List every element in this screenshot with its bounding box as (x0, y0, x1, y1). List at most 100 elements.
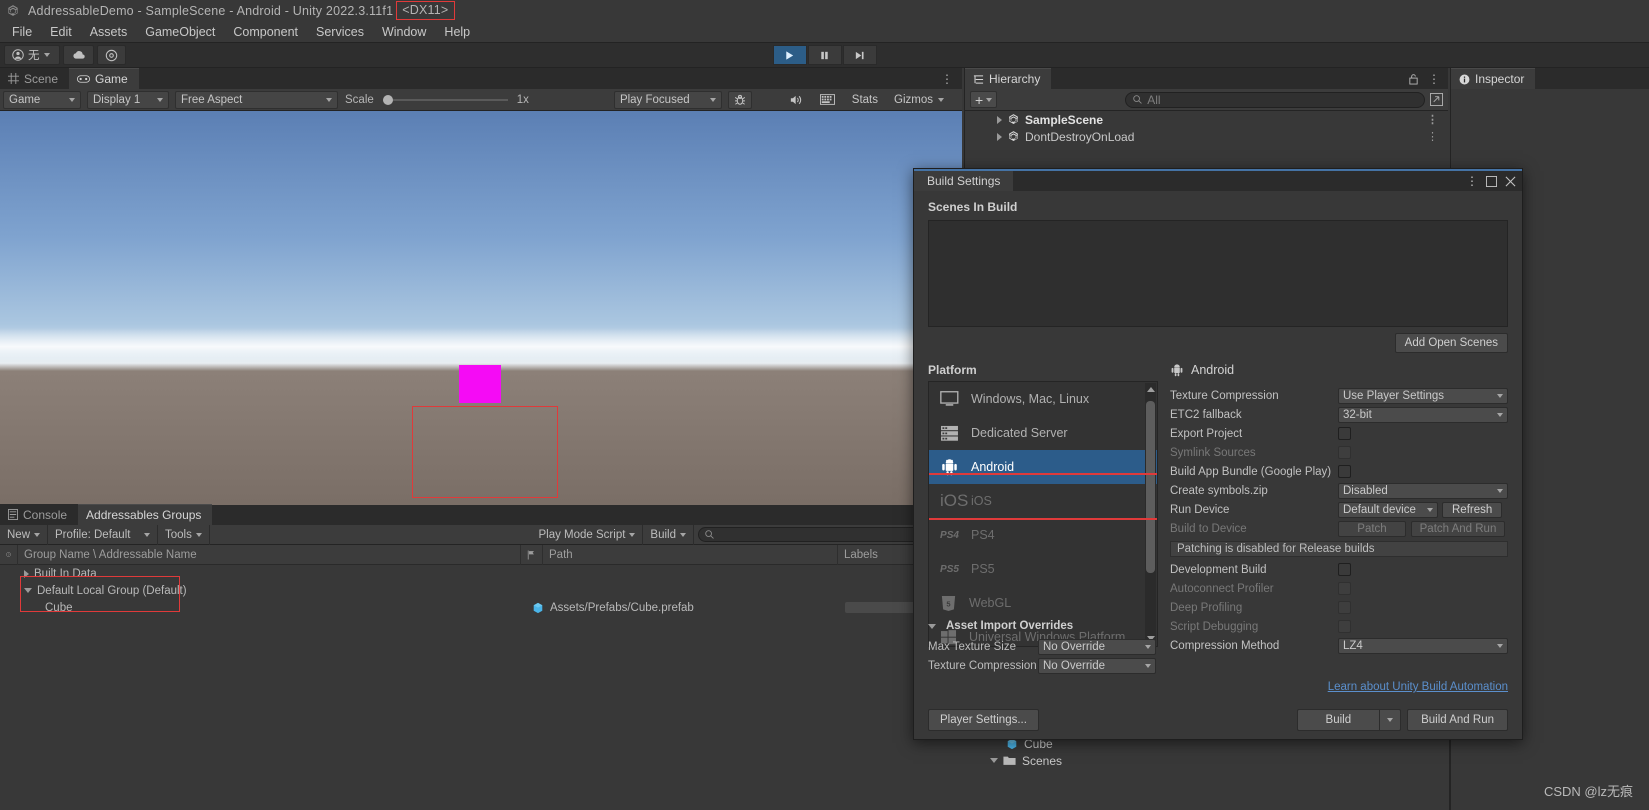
asset-import-overrides-header[interactable]: Asset Import Overrides (928, 620, 1228, 632)
scale-slider[interactable] (382, 94, 508, 105)
platform-label-text: Windows, Mac, Linux (971, 392, 1090, 406)
menu-item-component[interactable]: Component (224, 23, 307, 41)
project-item-scenes[interactable]: Scenes (964, 752, 1449, 769)
texture-compression-dropdown[interactable]: Use Player Settings (1338, 387, 1508, 404)
game-view-render[interactable] (0, 111, 962, 505)
cloud-button[interactable] (63, 45, 94, 65)
menu-item-gameobject[interactable]: GameObject (136, 23, 224, 41)
add-open-scenes-button[interactable]: Add Open Scenes (1394, 333, 1508, 353)
run-device-dropdown[interactable]: Default device (1338, 501, 1438, 518)
chevron-down-icon (1145, 644, 1151, 649)
platform-item-ps4[interactable]: PS4 PS4 (929, 518, 1157, 552)
gizmos-dropdown[interactable]: Gizmos (889, 91, 949, 109)
menu-item-window[interactable]: Window (373, 23, 435, 41)
export-project-checkbox[interactable] (1338, 427, 1351, 440)
tab-console[interactable]: Console (0, 504, 79, 525)
tab-inspector[interactable]: Inspector (1451, 68, 1536, 89)
chevron-right-icon[interactable] (997, 132, 1002, 141)
build-options-dropdown[interactable] (1379, 709, 1402, 731)
game-panel-menu-icon[interactable]: ⋮ (941, 72, 954, 86)
profile-dropdown[interactable]: Profile: Default (48, 524, 159, 545)
tools-dropdown[interactable]: Tools (158, 524, 210, 545)
chevron-down-icon[interactable] (928, 623, 936, 629)
hierarchy-item-dontdestroyonload[interactable]: DontDestroyOnLoad ⋮ (965, 128, 1448, 145)
build-split-button[interactable]: Build (1296, 709, 1402, 731)
aspect-dropdown[interactable]: Free Aspect (175, 90, 338, 109)
texture-compression-override-dropdown[interactable]: No Override (1038, 657, 1156, 674)
row-menu-icon[interactable]: ⋮ (1427, 113, 1438, 126)
help-icon[interactable]: ? (0, 544, 18, 565)
tab-addressables-groups[interactable]: Addressables Groups (78, 504, 213, 525)
build-app-bundle-checkbox[interactable] (1338, 465, 1351, 478)
graphics-api-badge: <DX11> (396, 0, 456, 20)
setting-symlink-sources: Symlink Sources (1170, 443, 1508, 462)
step-button[interactable] (842, 45, 877, 65)
magenta-cube-object (459, 365, 501, 403)
learn-build-automation-link[interactable]: Learn about Unity Build Automation (1328, 681, 1508, 693)
play-button[interactable] (772, 45, 807, 65)
scroll-up-icon[interactable] (1147, 387, 1155, 392)
platform-item-dedicated-server[interactable]: Dedicated Server (929, 416, 1157, 450)
menu-item-services[interactable]: Services (307, 23, 373, 41)
addressables-groups-panel: Console Addressables Groups New Profile:… (0, 504, 962, 810)
dialog-menu-icon[interactable]: ⋮ (1466, 174, 1478, 188)
gamepad-icon (77, 75, 91, 83)
menu-item-help[interactable]: Help (435, 23, 479, 41)
player-settings-button[interactable]: Player Settings... (928, 709, 1039, 731)
menu-item-edit[interactable]: Edit (41, 23, 81, 41)
tab-game[interactable]: Game (69, 68, 139, 89)
maximize-icon[interactable] (1486, 175, 1497, 187)
pause-button[interactable] (807, 45, 842, 65)
chevron-down-icon (709, 97, 716, 102)
menu-item-assets[interactable]: Assets (81, 23, 137, 41)
development-build-checkbox[interactable] (1338, 563, 1351, 576)
tab-scene[interactable]: Scene (0, 68, 70, 89)
hierarchy-search-input[interactable]: All (1125, 91, 1425, 108)
tab-hierarchy[interactable]: Hierarchy (965, 68, 1052, 89)
settings-button[interactable] (97, 45, 126, 65)
column-group-name[interactable]: Group Name \ Addressable Name (18, 544, 521, 565)
platform-item-windows-mac-linux[interactable]: Windows, Mac, Linux (929, 382, 1157, 416)
compression-method-dropdown[interactable]: LZ4 (1338, 637, 1508, 654)
chevron-right-icon[interactable] (997, 115, 1002, 124)
platform-item-ps5[interactable]: PS5 PS5 (929, 552, 1157, 586)
column-path[interactable]: Path (543, 544, 838, 565)
refresh-device-button[interactable]: Refresh (1442, 501, 1503, 518)
expand-panel-icon[interactable] (1430, 93, 1443, 106)
display-dropdown[interactable]: Display 1 (87, 90, 169, 109)
create-symbols-zip-dropdown[interactable]: Disabled (1338, 482, 1508, 499)
new-group-dropdown[interactable]: New (0, 524, 49, 545)
row-label: Max Texture Size (928, 640, 1016, 653)
dialog-tab[interactable]: Build Settings (914, 171, 1014, 191)
platform-list[interactable]: Windows, Mac, Linux Dedicated Server And… (928, 381, 1158, 647)
platform-item-ios[interactable]: iOS iOS (929, 484, 1157, 518)
play-mode-dropdown[interactable]: Play Focused (613, 90, 722, 109)
scale-slider-knob[interactable] (382, 94, 393, 105)
build-dropdown[interactable]: Build (643, 524, 694, 545)
row-menu-icon[interactable]: ⋮ (1427, 130, 1438, 143)
platform-list-scrollbar[interactable] (1145, 383, 1156, 645)
etc2-fallback-dropdown[interactable]: 32-bit (1338, 406, 1508, 423)
chevron-down-icon[interactable] (990, 758, 998, 763)
bug-button[interactable] (727, 90, 752, 109)
stats-button[interactable]: Stats (847, 91, 883, 109)
hierarchy-item-samplescene[interactable]: SampleScene ⋮ (965, 111, 1448, 128)
mute-audio-button[interactable] (783, 91, 809, 109)
scrollbar-thumb[interactable] (1146, 401, 1155, 573)
play-mode-script-dropdown[interactable]: Play Mode Script (531, 524, 644, 545)
scenes-in-build-list[interactable] (928, 220, 1508, 327)
max-texture-size-dropdown[interactable]: No Override (1038, 638, 1156, 655)
close-icon[interactable] (1505, 176, 1516, 187)
menu-item-file[interactable]: File (3, 23, 41, 41)
platform-item-webgl[interactable]: 5 WebGL (929, 586, 1157, 620)
display-target-dropdown[interactable]: Game (3, 90, 81, 109)
lock-icon[interactable] (1408, 73, 1419, 85)
create-object-dropdown[interactable]: + (970, 91, 998, 108)
account-button[interactable]: 无 (4, 45, 60, 65)
build-button[interactable]: Build (1296, 709, 1380, 731)
platform-item-android[interactable]: Android (929, 450, 1157, 484)
build-and-run-button[interactable]: Build And Run (1407, 709, 1508, 731)
stats-grid-button[interactable] (815, 91, 841, 109)
hierarchy-menu-icon[interactable]: ⋮ (1428, 72, 1440, 86)
setting-create-symbols-zip: Create symbols.zip Disabled (1170, 481, 1508, 500)
